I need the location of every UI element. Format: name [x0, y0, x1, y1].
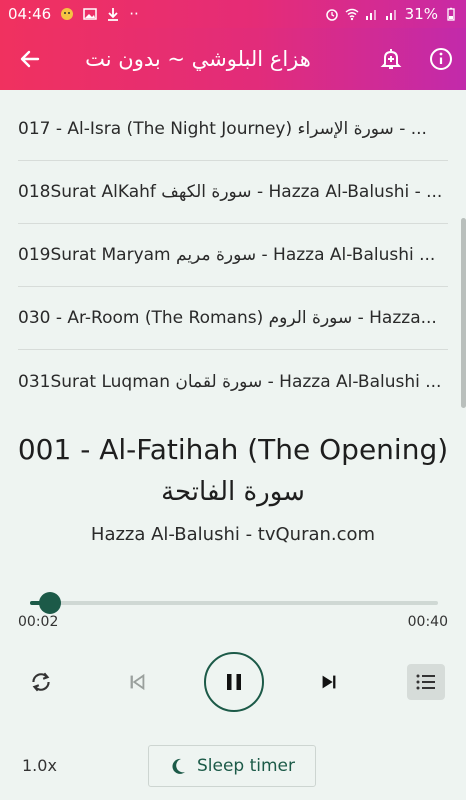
list-item[interactable]: 031Surat Luqman سورة لقمان - Hazza Al-Ba…: [18, 350, 448, 413]
seek-handle[interactable]: [39, 592, 62, 614]
list-item[interactable]: 019Surat Maryam سورة مريم - Hazza Al-Bal…: [18, 224, 448, 287]
list-item-label: 030 - Ar-Room (The Romans) سورة الروم - …: [18, 308, 437, 328]
app-bar: هزاع البلوشي ~ بدون نت: [0, 28, 466, 90]
arrow-left-icon: [20, 50, 40, 68]
pause-button[interactable]: [204, 652, 264, 712]
repeat-button[interactable]: [16, 650, 66, 714]
list-item-label: 018Surat AlKahf سورة الكهف - Hazza Al-Ba…: [18, 182, 443, 202]
track-title-arabic: سورة الفاتحة: [161, 477, 305, 507]
list-item-label: 017 - Al-Isra (The Night Journey) سورة ا…: [18, 119, 427, 139]
list-icon: [416, 674, 435, 690]
total-time: 00:40: [407, 614, 448, 630]
page-title: هزاع البلوشي ~ بدون نت: [85, 47, 311, 71]
status-time: 04:46: [8, 5, 52, 23]
playlist: 017 - Al-Isra (The Night Journey) سورة ا…: [0, 98, 466, 413]
skip-next-icon: [322, 675, 336, 689]
wifi-icon: [345, 8, 359, 21]
playback-speed-button[interactable]: 1.0x: [22, 756, 57, 775]
sleep-timer-label: Sleep timer: [196, 756, 296, 776]
list-item-label: 031Surat Luqman سورة لقمان - Hazza Al-Ba…: [18, 371, 442, 392]
list-item[interactable]: 030 - Ar-Room (The Romans) سورة الروم - …: [18, 287, 448, 350]
sleep-timer-button[interactable]: Sleep timer: [148, 745, 316, 787]
seek-bar[interactable]: [30, 592, 438, 614]
current-time: 00:02: [18, 614, 59, 630]
image-notification-icon: [83, 8, 97, 20]
battery-icon: [447, 7, 455, 21]
info-icon: [430, 48, 452, 70]
info-button[interactable]: [416, 28, 466, 90]
list-item[interactable]: 017 - Al-Isra (The Night Journey) سورة ا…: [18, 98, 448, 161]
status-bar: 04:46 ·· 31%: [0, 0, 466, 28]
list-item-label: 019Surat Maryam سورة مريم - Hazza Al-Bal…: [18, 245, 436, 265]
repeat-icon: [32, 672, 50, 692]
signal-icon: [365, 10, 376, 20]
moon-icon: [172, 758, 185, 774]
alarm-icon: [325, 9, 338, 21]
battery-level: 31%: [404, 5, 438, 23]
previous-button[interactable]: [112, 650, 162, 714]
skip-previous-icon: [130, 673, 145, 691]
next-button[interactable]: [304, 650, 354, 714]
download-icon: [108, 8, 119, 21]
more-notifications-icon: ··: [129, 5, 139, 23]
bell-plus-icon: [380, 49, 402, 69]
playlist-button[interactable]: [407, 664, 445, 700]
pause-icon: [227, 674, 241, 690]
list-item[interactable]: 018Surat AlKahf سورة الكهف - Hazza Al-Ba…: [18, 161, 448, 224]
signal-2-icon: [385, 10, 396, 20]
back-button[interactable]: [0, 28, 60, 90]
track-artist: Hazza Al-Balushi - tvQuran.com: [90, 524, 376, 545]
track-title: 001 - Al-Fatihah (The Opening): [17, 433, 449, 466]
notification-button[interactable]: [366, 28, 416, 90]
scrollbar[interactable]: [461, 218, 466, 408]
player-controls: [0, 650, 466, 714]
emoji-notification-icon: [61, 8, 74, 20]
